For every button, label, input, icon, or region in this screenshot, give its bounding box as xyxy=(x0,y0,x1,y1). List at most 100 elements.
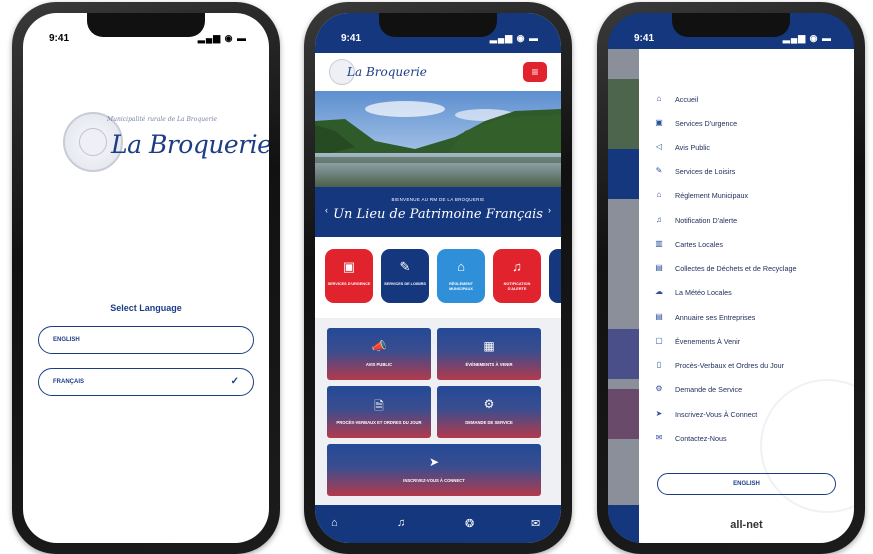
phone-home: 9:41 ▂▄▆ ◉ ▬ La Broquerie ≡ ‹ BIENVENUE … xyxy=(304,2,572,554)
directory-icon: ▤ xyxy=(655,312,663,321)
weather-icon: ☁ xyxy=(655,287,663,296)
status-icons: ▂▄▆ ◉ ▬ xyxy=(489,33,539,43)
menu-item-proces-verbaux[interactable]: ▯ Procès-Verbaux et Ordres du Jour xyxy=(653,360,848,374)
select-language-heading: Select Language xyxy=(110,303,182,313)
menu-label: Avis Public xyxy=(675,143,711,152)
document-icon: 🗎 xyxy=(374,399,384,413)
all-net-logo: all-net xyxy=(730,519,763,531)
card-evenements[interactable]: ▦ ÉVÉNEMENTS À VENIR xyxy=(437,328,541,380)
card-label: PROCÈS-VERBAUX ET ORDRES DU JOUR xyxy=(336,420,422,425)
card-proces-verbaux[interactable]: 🗎 PROCÈS-VERBAUX ET ORDRES DU JOUR xyxy=(327,386,431,438)
phone-language-select: 9:41 ▂▄▆ ◉ ▬ Municipalité rurale de La B… xyxy=(12,2,280,554)
screen: 9:41 ▂▄▆ ◉ ▬ La Broquerie ≡ ‹ BIENVENUE … xyxy=(315,13,561,543)
menu-label: Évenements À Venir xyxy=(675,337,741,346)
bell-icon: ♫ xyxy=(656,215,662,224)
tile-label: SERVICES DE LOISIRS xyxy=(384,282,426,286)
logo-title: La Broquerie xyxy=(111,130,269,159)
tile-services-loisirs[interactable]: ✎ SERVICES DE LOISIRS xyxy=(381,249,429,303)
mail-icon: ✉ xyxy=(655,433,663,442)
menu-label: Cartes Locales xyxy=(675,240,723,249)
menu-label: Services de Loisirs xyxy=(675,167,736,176)
menu-label: Services D'urgence xyxy=(675,119,738,128)
status-time: 9:41 xyxy=(634,33,655,44)
tile-label: RÈGLEMENT MUNICIPAUX xyxy=(449,282,473,291)
menu-item-reglement[interactable]: ⌂ Réglement Municipaux xyxy=(653,190,848,204)
bylaw-icon: ⌂ xyxy=(656,190,662,199)
home-icon[interactable]: ⌂ xyxy=(331,517,338,529)
menu-item-services-loisirs[interactable]: ✎ Services de Loisirs xyxy=(653,166,848,180)
status-time: 9:41 xyxy=(341,33,362,44)
calendar-icon: ▢ xyxy=(655,336,663,345)
menu-item-accueil[interactable]: ⌂ Accueil xyxy=(653,94,848,108)
menu-label: Accueil xyxy=(675,95,699,104)
bottom-nav: ⌂ ♫ ❂ ✉ xyxy=(315,505,561,543)
notch xyxy=(379,13,497,37)
english-label: ENGLISH xyxy=(53,337,80,343)
menu-item-avis-public[interactable]: ◁ Avis Public xyxy=(653,142,848,156)
bell-icon: ♫ xyxy=(512,259,522,274)
english-button[interactable]: ENGLISH xyxy=(38,326,254,354)
dimmed-background[interactable] xyxy=(608,49,639,543)
welcome-banner: ‹ BIENVENUE AU RM DE LA BROQUERIE Un Lie… xyxy=(315,187,561,237)
menu-label: Collectes de Déchets et de Recyclage xyxy=(675,264,797,273)
app-logo: La Broquerie xyxy=(347,65,427,79)
tile-label: SERVICES D'URGENCE xyxy=(327,282,371,286)
card-avis-public[interactable]: 📣 AVIS PUBLIC xyxy=(327,328,431,380)
menu-label: Procès-Verbaux et Ordres du Jour xyxy=(675,361,785,370)
phone-menu: 9:41 ▂▄▆ ◉ ▬ ⌂ Accueil ▣ Services D'urgenc… xyxy=(597,2,865,554)
menu-item-annuaire[interactable]: ▤ Annuaire ses Entreprises xyxy=(653,312,848,326)
menu-item-services-urgence[interactable]: ▣ Services D'urgence xyxy=(653,118,848,132)
document-icon: ▯ xyxy=(656,360,662,369)
tile-reglement-municipaux[interactable]: ⌂ RÈGLEMENT MUNICIPAUX xyxy=(437,249,485,303)
send-icon: ➤ xyxy=(428,455,440,469)
menu-item-notification[interactable]: ♫ Notification D'alerte xyxy=(653,215,848,229)
card-label: INSCRIVEZ-VOUS À CONNECT xyxy=(403,478,465,483)
gear-icon: ⚙ xyxy=(483,397,495,411)
francais-label: FRANÇAIS xyxy=(53,379,84,385)
menu-label: Annuaire ses Entreprises xyxy=(675,313,756,322)
tile-services-urgence[interactable]: ▣ SERVICES D'URGENCE xyxy=(325,249,373,303)
status-time: 9:41 xyxy=(49,33,70,44)
tile-notification-alerte[interactable]: ♫ NOTIFICATION D'ALERTE xyxy=(493,249,541,303)
bell-icon[interactable]: ♫ xyxy=(397,517,405,529)
bylaw-icon: ⌂ xyxy=(457,259,465,274)
calendar-icon: ▦ xyxy=(483,339,495,353)
megaphone-icon: ◁ xyxy=(655,142,663,151)
leisure-icon: ✎ xyxy=(399,259,411,274)
card-inscrivez-connect[interactable]: ➤ INSCRIVEZ-VOUS À CONNECT xyxy=(327,444,541,496)
chevron-right-icon[interactable]: › xyxy=(548,205,551,215)
menu-item-collectes[interactable]: ▤ Collectes de Déchets et de Recyclage xyxy=(653,263,848,277)
weather-icon[interactable]: ❂ xyxy=(465,517,474,530)
menu-item-inscrivez[interactable]: ➤ Inscrivez-Vous À Connect xyxy=(653,409,848,423)
screen: 9:41 ▂▄▆ ◉ ▬ Municipalité rurale de La B… xyxy=(23,13,269,543)
menu-item-demande-service[interactable]: ⚙ Demande de Service xyxy=(653,384,848,398)
app-logo: Municipalité rurale de La Broquerie La B… xyxy=(63,108,269,178)
map-icon: ▥ xyxy=(655,239,663,248)
trash-icon: ▤ xyxy=(655,263,663,272)
menu-label: Contactez-Nous xyxy=(675,434,727,443)
card-label: ÉVÉNEMENTS À VENIR xyxy=(465,362,513,367)
menu-label: Inscrivez-Vous À Connect xyxy=(675,410,758,419)
tile-label: NOTIFICATION D'ALERTE xyxy=(503,282,531,291)
app-bar: La Broquerie ≡ xyxy=(315,53,561,91)
menu-label: La Météo Locales xyxy=(675,288,732,297)
english-button[interactable]: ENGLISH xyxy=(657,473,836,495)
menu-item-evenements[interactable]: ▢ Évenements À Venir xyxy=(653,336,848,350)
service-cards: 📣 AVIS PUBLIC ▦ ÉVÉNEMENTS À VENIR 🗎 PRO… xyxy=(315,318,561,505)
send-icon: ➤ xyxy=(655,409,663,418)
menu-label: Demande de Service xyxy=(675,385,743,394)
menu-label: Notification D'alerte xyxy=(675,216,738,225)
mail-icon[interactable]: ✉ xyxy=(531,517,540,530)
menu-item-contactez[interactable]: ✉ Contactez-Nous xyxy=(653,433,848,447)
check-icon: ✓ xyxy=(230,376,239,387)
hamburger-menu-button[interactable]: ≡ xyxy=(523,62,547,82)
leisure-icon: ✎ xyxy=(655,166,663,175)
francais-button[interactable]: FRANÇAIS ✓ xyxy=(38,368,254,396)
menu-item-cartes[interactable]: ▥ Cartes Locales xyxy=(653,239,848,253)
notch xyxy=(672,13,790,37)
banner-title: Un Lieu de Patrimoine Français xyxy=(333,207,543,222)
card-demande-service[interactable]: ⚙ DEMANDE DE SERVICE xyxy=(437,386,541,438)
screen: 9:41 ▂▄▆ ◉ ▬ ⌂ Accueil ▣ Services D'urgenc… xyxy=(608,13,854,543)
tile-partial[interactable] xyxy=(549,249,561,303)
menu-item-meteo[interactable]: ☁ La Météo Locales xyxy=(653,287,848,301)
